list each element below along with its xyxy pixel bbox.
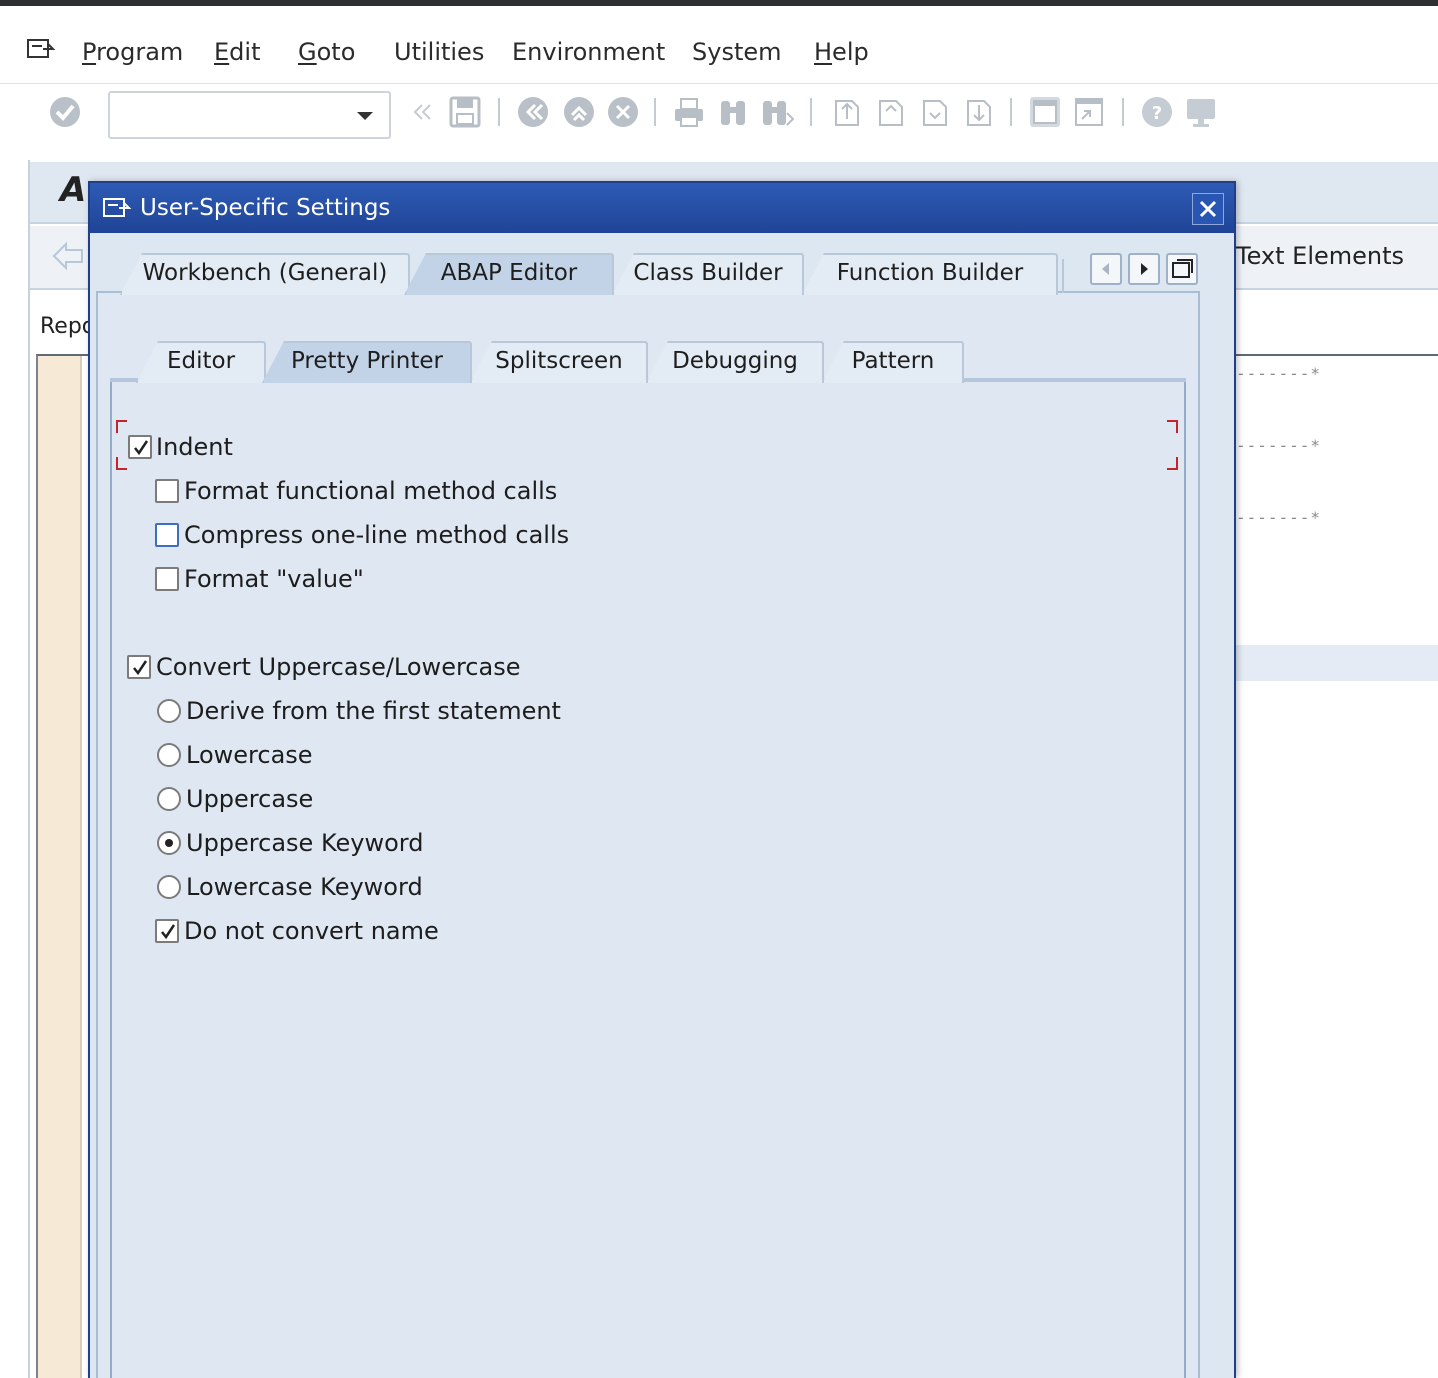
checkmark-icon: [133, 660, 148, 676]
convert-case-checkbox[interactable]: [127, 655, 151, 679]
compress-oneline-checkbox[interactable]: [155, 523, 179, 547]
convert-case-label: Convert Uppercase/Lowercase: [156, 653, 521, 681]
lowercase-keyword-radio[interactable]: [157, 875, 181, 899]
subtab-editor[interactable]: Editor: [136, 341, 266, 383]
uppercase-keyword-label: Uppercase Keyword: [186, 829, 424, 857]
shortcut-icon[interactable]: [1072, 95, 1106, 129]
compress-oneline-label: Compress one-line method calls: [184, 521, 570, 549]
highlighted-line: [1236, 645, 1438, 681]
svg-text:?: ?: [1152, 103, 1162, 124]
cancel-icon[interactable]: [606, 95, 640, 129]
comment-line: -------*: [1236, 364, 1322, 383]
subtab-pattern[interactable]: Pattern: [822, 341, 964, 383]
indent-checkbox[interactable]: [128, 435, 152, 459]
radio-selected-dot: [165, 839, 173, 847]
lowercase-label: Lowercase: [186, 741, 313, 769]
tab-overflow-indicator: [1056, 257, 1060, 293]
tab-list-icon: [1172, 259, 1193, 278]
toolbar-separator: [654, 98, 656, 126]
menu-goto[interactable]: Goto: [298, 38, 355, 66]
last-page-icon[interactable]: [960, 95, 994, 129]
format-value-label: Format "value": [184, 565, 364, 593]
first-page-icon[interactable]: [828, 95, 862, 129]
format-functional-label: Format functional method calls: [184, 477, 558, 505]
exit-icon[interactable]: [562, 95, 596, 129]
tab-class-builder[interactable]: Class Builder: [612, 253, 804, 295]
dialog-title-bar: User-Specific Settings: [90, 183, 1234, 233]
close-button[interactable]: [1192, 193, 1224, 225]
toolbar-separator: [498, 98, 500, 126]
uppercase-radio[interactable]: [157, 787, 181, 811]
comment-line: -------*: [1236, 436, 1322, 455]
checkmark-icon: [161, 924, 176, 940]
tab-list-button[interactable]: [1166, 253, 1198, 285]
menu-icon[interactable]: [26, 36, 56, 62]
arrow-left-icon[interactable]: [50, 240, 86, 272]
format-value-checkbox[interactable]: [155, 567, 179, 591]
focus-bracket-bottom-left: [116, 457, 127, 470]
dialog-title: User-Specific Settings: [140, 195, 391, 221]
derive-first-label: Derive from the first statement: [186, 697, 561, 725]
caret-left-icon: [1102, 263, 1109, 275]
enter-icon[interactable]: [48, 95, 82, 129]
subtab-debugging[interactable]: Debugging: [646, 341, 824, 383]
scroll-tabs-left-button[interactable]: [1090, 253, 1122, 285]
previous-page-icon[interactable]: [872, 95, 906, 129]
dropdown-arrow-icon[interactable]: [357, 112, 373, 120]
toolbar-separator: [1010, 98, 1012, 126]
focus-bracket-bottom-right: [1167, 457, 1178, 470]
command-field[interactable]: [108, 91, 391, 139]
find-icon[interactable]: [716, 95, 750, 129]
close-icon: [1199, 200, 1217, 218]
scroll-tabs-right-button[interactable]: [1128, 253, 1160, 285]
report-label: Repo: [40, 314, 96, 339]
do-not-convert-checkbox[interactable]: [155, 919, 179, 943]
comment-line: -------*: [1236, 508, 1322, 527]
toolbar-separator: [1122, 98, 1124, 126]
next-page-icon[interactable]: [916, 95, 950, 129]
tab-abap-editor[interactable]: ABAP Editor: [404, 253, 614, 295]
caret-right-icon: [1141, 263, 1148, 275]
customize-layout-icon[interactable]: [1184, 95, 1218, 129]
save-icon[interactable]: [448, 95, 482, 129]
focus-bracket-top-right: [1167, 420, 1178, 433]
menu-program[interactable]: Program: [82, 38, 183, 66]
toolbar-separator: [810, 98, 812, 126]
subtab-splitscreen[interactable]: Splitscreen: [470, 341, 648, 383]
tab-function-builder[interactable]: Function Builder: [802, 253, 1058, 295]
menu-system[interactable]: System: [692, 38, 782, 66]
indent-label: Indent: [156, 433, 233, 461]
tab-workbench-general[interactable]: Workbench (General): [120, 253, 410, 295]
lowercase-keyword-label: Lowercase Keyword: [186, 873, 423, 901]
tab-overflow-indicator: [1062, 259, 1066, 293]
checkmark-icon: [134, 440, 149, 456]
derive-first-radio[interactable]: [157, 699, 181, 723]
do-not-convert-label: Do not convert name: [184, 917, 439, 945]
print-icon[interactable]: [672, 95, 706, 129]
uppercase-keyword-radio[interactable]: [157, 831, 181, 855]
menu-bar: Program Edit Goto Utilities Environment …: [0, 6, 1438, 84]
menu-help[interactable]: Help: [814, 38, 869, 66]
menu-environment[interactable]: Environment: [512, 38, 665, 66]
lowercase-radio[interactable]: [157, 743, 181, 767]
editor-gutter: [38, 356, 82, 1378]
new-session-icon[interactable]: [1028, 95, 1062, 129]
back-icon[interactable]: [516, 95, 550, 129]
find-next-icon[interactable]: [760, 95, 794, 129]
screen-title: A: [60, 170, 87, 210]
focus-bracket-top-left: [116, 420, 127, 433]
menu-icon: [103, 198, 132, 217]
uppercase-label: Uppercase: [186, 785, 314, 813]
subtab-pretty-printer[interactable]: Pretty Printer: [262, 341, 472, 383]
menu-edit[interactable]: Edit: [214, 38, 260, 66]
double-chevron-left-icon[interactable]: [404, 95, 438, 129]
help-icon[interactable]: ?: [1140, 95, 1174, 129]
menu-utilities[interactable]: Utilities: [394, 38, 484, 66]
text-elements-button[interactable]: Text Elements: [1236, 242, 1404, 270]
format-functional-checkbox[interactable]: [155, 479, 179, 503]
